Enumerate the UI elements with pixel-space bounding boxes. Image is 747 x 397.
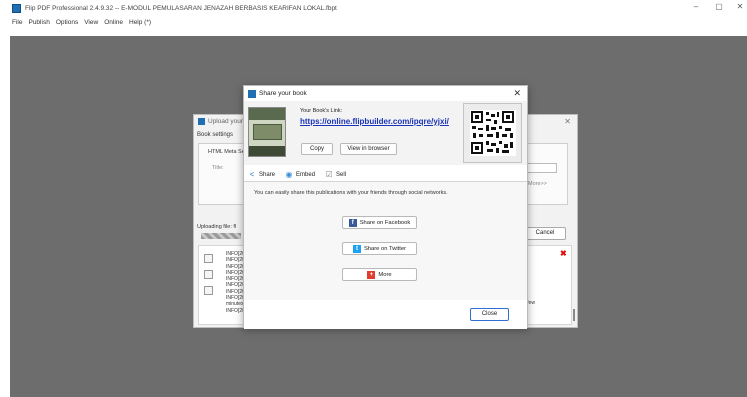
facebook-icon: f — [348, 218, 357, 227]
cover-image — [253, 124, 282, 140]
copy-button[interactable]: Copy — [301, 143, 333, 155]
tab-sell[interactable]: ☑ Sell — [325, 169, 347, 179]
tab-share[interactable]: < Share — [248, 169, 276, 179]
save-icon[interactable] — [204, 254, 213, 263]
share-more-button[interactable]: + More — [342, 268, 417, 281]
menu-options[interactable]: Options — [56, 19, 78, 26]
tab-embed[interactable]: ◉ Embed — [285, 169, 316, 179]
more-link[interactable]: More>> — [528, 181, 547, 187]
menu-publish[interactable]: Publish — [28, 19, 49, 26]
share-description: You can easily share this publications w… — [254, 190, 448, 196]
share-twitter-button[interactable]: t Share on Twitter — [342, 242, 417, 255]
share-tabs: < Share ◉ Embed ☑ Sell — [244, 168, 527, 181]
title-bar: Flip PDF Professional 2.4.9.32 -- E-MODU… — [0, 0, 747, 16]
title-field-label: Title: — [212, 165, 224, 171]
globe-icon: ◉ — [285, 169, 293, 179]
book-link[interactable]: https://online.flipbuilder.com/ipqre/yjx… — [300, 117, 449, 126]
share-dialog: Share your book ✕ Your Book's Link: http… — [243, 85, 528, 329]
more-label: More — [378, 271, 392, 278]
share-app-icon — [248, 90, 256, 98]
cover-header — [249, 108, 285, 120]
upload-close-icon[interactable]: ✕ — [564, 117, 571, 126]
document-icon[interactable] — [204, 270, 213, 279]
clear-log-icon[interactable]: ✖ — [560, 249, 567, 258]
share-dialog-title: Share your book — [259, 90, 307, 97]
twitter-icon: t — [352, 244, 361, 253]
book-settings-label: Book settings — [197, 132, 234, 138]
window-title: Flip PDF Professional 2.4.9.32 -- E-MODU… — [25, 4, 337, 12]
menu-bar: File Publish Options View Online Help (*… — [0, 16, 747, 28]
log-scrollbar[interactable] — [573, 309, 575, 321]
close-button[interactable]: Close — [470, 308, 509, 321]
menu-view[interactable]: View — [84, 19, 98, 26]
tab-embed-label: Embed — [296, 171, 316, 178]
upload-dialog-title: Upload your — [208, 118, 244, 125]
settings-icon[interactable] — [204, 286, 213, 295]
menu-help[interactable]: Help (*) — [129, 19, 151, 26]
cancel-button[interactable]: Cancel — [524, 227, 566, 240]
plus-icon: + — [367, 270, 376, 279]
checkbox-icon: ☑ — [325, 169, 333, 179]
share-content-panel — [244, 182, 527, 300]
view-in-browser-button[interactable]: View in browser — [340, 143, 397, 155]
close-window-button[interactable]: ✕ — [732, 2, 747, 11]
upload-progress-bar — [201, 233, 241, 239]
html-meta-label: HTML Meta Se — [208, 149, 245, 155]
qr-code — [463, 103, 522, 163]
menu-online[interactable]: Online — [104, 19, 123, 26]
menu-file[interactable]: File — [12, 19, 22, 26]
minimize-button[interactable]: – — [688, 2, 704, 11]
twitter-label: Share on Twitter — [363, 245, 407, 252]
share-dialog-titlebar: Share your book ✕ — [244, 86, 527, 101]
cover-footer — [249, 146, 285, 156]
share-close-icon[interactable]: ✕ — [513, 88, 521, 99]
title-input[interactable] — [524, 163, 557, 173]
tab-share-label: Share — [259, 171, 276, 178]
app-icon — [12, 3, 21, 13]
book-link-label: Your Book's Link: — [300, 108, 343, 114]
tab-sell-label: Sell — [336, 171, 347, 178]
share-icon: < — [249, 169, 255, 179]
facebook-label: Share on Facebook — [359, 219, 411, 226]
qr-code-icon — [470, 110, 516, 156]
book-cover-thumbnail — [248, 107, 286, 157]
upload-app-icon — [198, 118, 205, 125]
share-facebook-button[interactable]: f Share on Facebook — [342, 216, 417, 229]
uploading-status: Uploading file: fl — [197, 224, 237, 230]
maximize-button[interactable]: ▢ — [711, 2, 727, 11]
